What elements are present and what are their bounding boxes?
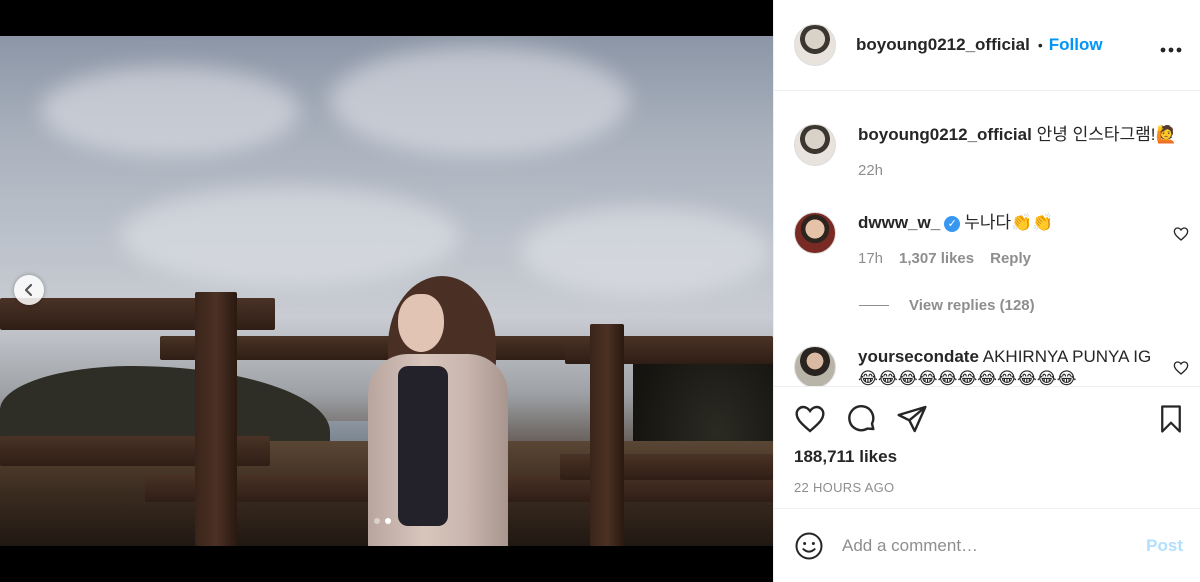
share-send-icon[interactable] (896, 403, 928, 435)
post-actions-section: 188,711 likes 22 HOURS AGO (774, 386, 1200, 508)
chevron-left-icon (24, 283, 33, 297)
post-comment-button[interactable]: Post (1146, 536, 1183, 556)
like-comment-heart-icon[interactable] (1173, 360, 1189, 376)
reply-button[interactable]: Reply (990, 250, 1031, 267)
comment-composer: Post (774, 508, 1200, 582)
author-username[interactable]: boyoung0212_official (856, 35, 1030, 55)
like-comment-heart-icon[interactable] (1173, 226, 1189, 242)
post-timestamp[interactable]: 22 HOURS AGO (794, 480, 894, 495)
comment-time: 22h (858, 162, 884, 179)
replies-divider-line (859, 305, 889, 306)
post-side-panel: boyoung0212_official • Follow boyoung021… (773, 0, 1200, 582)
comment-text: 누나다👏👏 (964, 213, 1054, 232)
comment-username[interactable]: boyoung0212_official (858, 125, 1032, 144)
commenter-avatar[interactable] (794, 124, 836, 166)
comment-likes-count[interactable]: 1,307 likes (899, 250, 974, 267)
instagram-post-modal: boyoung0212_official • Follow boyoung021… (0, 0, 1200, 582)
comment-username[interactable]: dwww_w_ (858, 213, 940, 232)
more-options-icon[interactable] (1160, 36, 1182, 59)
view-replies-button[interactable]: View replies (128) (859, 297, 1035, 314)
likes-count[interactable]: 188,711 likes (794, 447, 897, 467)
like-heart-icon[interactable] (794, 403, 826, 435)
commenter-avatar[interactable] (794, 212, 836, 254)
comment-input[interactable] (842, 535, 1147, 556)
list-item: dwww_w_ ✓ 누나다👏👏 17h 1,307 likes Reply (794, 212, 1189, 267)
follow-button[interactable]: Follow (1049, 35, 1103, 55)
comment-time: 17h (858, 250, 884, 267)
commenter-avatar[interactable] (794, 346, 836, 386)
separator-dot: • (1037, 37, 1043, 53)
comment-bubble-icon[interactable] (846, 403, 878, 435)
author-avatar[interactable] (794, 24, 836, 66)
verified-badge-icon: ✓ (944, 215, 961, 232)
carousel-dot (374, 518, 380, 524)
bookmark-save-icon[interactable] (1156, 403, 1186, 435)
post-header: boyoung0212_official • Follow (774, 0, 1200, 91)
comments-list[interactable]: boyoung0212_official 안녕 인스타그램!🙋 22h dwww… (774, 92, 1200, 386)
post-media (0, 0, 773, 582)
list-item: yoursecondate AKHIRNYA PUNYA IG😂😂😂😂😂😂😂😂😂… (794, 346, 1189, 386)
comment-text: 안녕 인스타그램!🙋 (1036, 125, 1177, 144)
caption-comment: boyoung0212_official 안녕 인스타그램!🙋 22h (794, 124, 1189, 179)
carousel-dot-active (385, 518, 391, 524)
action-bar (794, 403, 1189, 435)
view-replies-label: View replies (128) (909, 297, 1035, 314)
emoji-smiley-icon[interactable] (794, 531, 824, 561)
previous-slide-button[interactable] (14, 275, 44, 305)
post-photo[interactable] (0, 36, 773, 546)
carousel-indicator (374, 518, 391, 524)
comment-username[interactable]: yoursecondate (858, 347, 979, 366)
